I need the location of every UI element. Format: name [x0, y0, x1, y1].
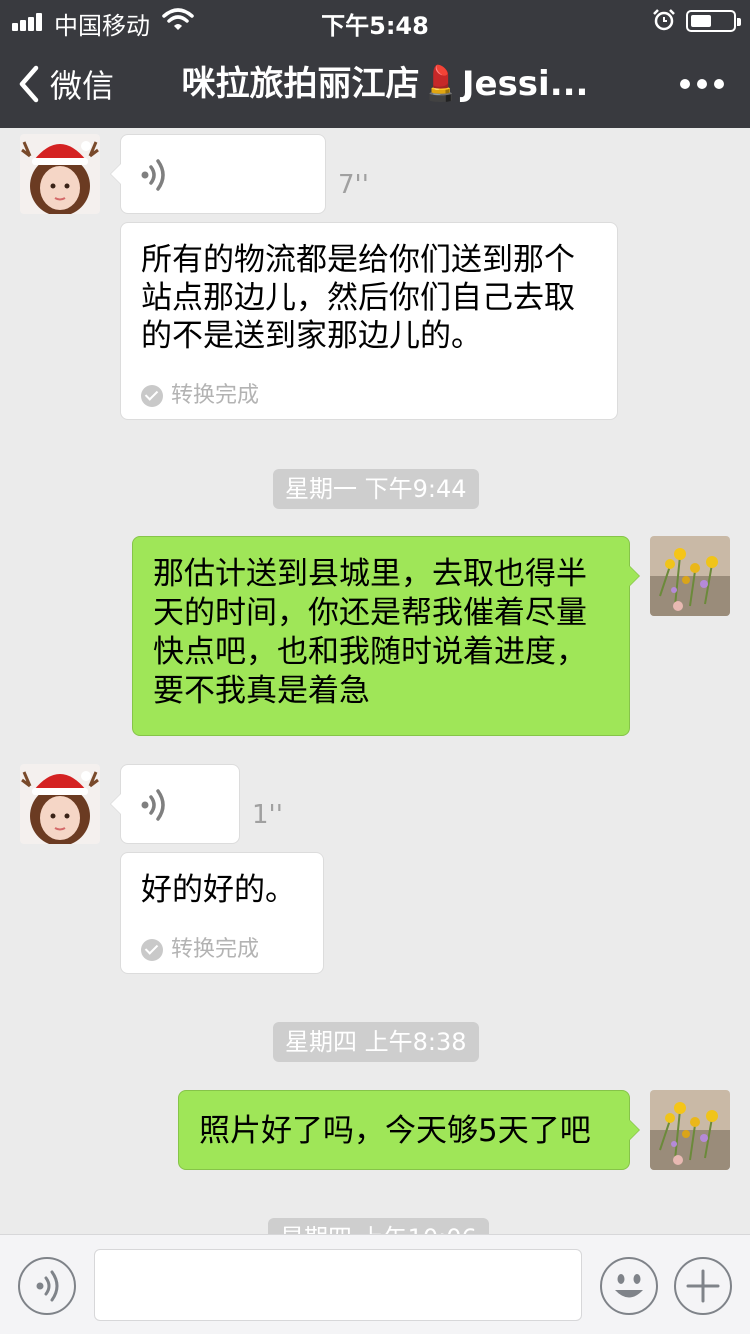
status-bar: 中国移动 下午5:48: [0, 0, 750, 40]
alarm-icon: [653, 9, 675, 31]
message-text: 好的好的。: [141, 872, 296, 908]
back-label: 微信: [50, 67, 115, 105]
voice-input-button[interactable]: [18, 1257, 76, 1315]
message-text: 照片好了吗，今天够5天了吧: [199, 1113, 591, 1149]
sent-message-bubble[interactable]: 照片好了吗，今天够5天了吧: [178, 1090, 640, 1170]
timestamp: 星期四 上午10:06: [268, 1218, 489, 1234]
voice-message-bubble[interactable]: [110, 134, 326, 214]
voice-play-icon: [141, 789, 165, 821]
voice-input-icon: [36, 1270, 59, 1302]
chat-title: 咪拉旅拍丽江店💄Jessi...: [181, 64, 589, 104]
convert-label: 转换完成: [171, 383, 260, 408]
input-bar: [0, 1234, 750, 1334]
chevron-left-icon: [19, 65, 39, 103]
my-avatar[interactable]: [650, 1090, 730, 1170]
plus-button[interactable]: [674, 1257, 732, 1315]
top-bar: 中国移动 下午5:48 微信 咪拉旅拍丽江店💄Jessi...: [0, 0, 750, 128]
check-circle-icon: [141, 385, 163, 407]
contact-avatar[interactable]: [20, 134, 100, 214]
plus-icon: [686, 1269, 720, 1303]
emoji-icon: [615, 1274, 643, 1298]
voice-message-bubble[interactable]: [110, 764, 240, 844]
more-dots-icon[interactable]: [680, 40, 724, 128]
emoji-button[interactable]: [600, 1257, 658, 1315]
battery-icon: [686, 10, 741, 32]
message-text: 所有的物流都是给你们送到那个站点那边儿，然后你们自己去取的不是送到家那边儿的。: [141, 242, 575, 354]
voice-play-icon: [141, 159, 165, 191]
timestamp: 星期四 上午8:38: [273, 1022, 479, 1062]
convert-label: 转换完成: [171, 937, 260, 962]
check-circle-icon: [141, 939, 163, 961]
voice-transcript-bubble[interactable]: 所有的物流都是给你们送到那个站点那边儿，然后你们自己去取的不是送到家那边儿的。 …: [120, 222, 618, 420]
timestamp: 星期一 下午9:44: [273, 469, 479, 509]
voice-transcript-bubble[interactable]: 好的好的。 转换完成: [120, 852, 324, 974]
voice-duration: 7'': [338, 170, 369, 200]
convert-status: 转换完成: [141, 377, 259, 415]
nav-bar: 微信 咪拉旅拍丽江店💄Jessi...: [0, 40, 750, 128]
back-button[interactable]: 微信: [14, 40, 114, 128]
voice-duration: 1'': [252, 800, 283, 830]
my-avatar[interactable]: [650, 536, 730, 616]
status-time: 下午5:48: [321, 12, 429, 40]
sent-message-bubble[interactable]: 那估计送到县城里，去取也得半天的时间，你还是帮我催着尽量快点吧，也和我随时说着进…: [132, 536, 640, 736]
message-text: 那估计送到县城里，去取也得半天的时间，你还是帮我催着尽量快点吧，也和我随时说着进…: [153, 556, 587, 709]
chat-area[interactable]: 7'' 所有的物流都是给你们送到那个站点那边儿，然后你们自己去取的不是送到家那边…: [0, 128, 750, 1234]
message-input[interactable]: [94, 1249, 582, 1321]
convert-status: 转换完成: [141, 931, 259, 969]
contact-avatar[interactable]: [20, 764, 100, 844]
